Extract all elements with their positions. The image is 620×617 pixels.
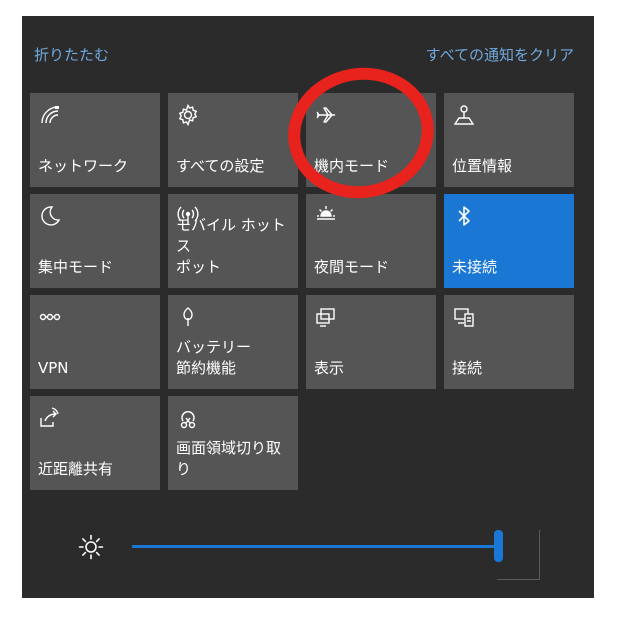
tile-snip[interactable]: 画面領域切り取 り [168, 396, 298, 490]
tile-gear[interactable]: すべての設定 [168, 93, 298, 187]
tile-connect[interactable]: 接続 [444, 295, 574, 389]
bluetooth-icon [452, 204, 476, 228]
tile-label: すべての設定 [176, 157, 265, 175]
tile-label: 夜間モード [314, 258, 390, 276]
brightness-slider-track[interactable] [132, 545, 498, 548]
tile-hotspot[interactable]: モバイル ホットス ポット [168, 194, 298, 288]
gear-icon [176, 103, 200, 127]
clear-all-notifications-link[interactable]: すべての通知をクリア [426, 44, 574, 65]
tile-label: 機内モード [314, 157, 390, 175]
collapse-link[interactable]: 折りたたむ [34, 44, 109, 65]
tile-label: バッテリー 節約機能 [176, 338, 252, 377]
tile-moon[interactable]: 集中モード [30, 194, 160, 288]
project-icon [314, 305, 338, 329]
tile-label: ネットワーク [38, 157, 129, 175]
divider [539, 530, 540, 580]
location-icon [452, 103, 476, 127]
divider [497, 579, 540, 580]
snip-icon [176, 406, 200, 430]
tile-battery-saver[interactable]: バッテリー 節約機能 [168, 295, 298, 389]
vpn-icon [38, 305, 62, 329]
tile-label: 位置情報 [452, 157, 513, 175]
tile-bluetooth[interactable]: 未接続 [444, 194, 574, 288]
night-light-icon [314, 204, 338, 228]
network-icon [38, 103, 62, 127]
tile-vpn[interactable]: VPN [30, 295, 160, 389]
tile-airplane[interactable]: 機内モード [306, 93, 436, 187]
tile-network[interactable]: ネットワーク [30, 93, 160, 187]
tile-label: 近距離共有 [38, 460, 114, 478]
connect-icon [452, 305, 476, 329]
brightness-slider-fill [132, 545, 498, 548]
action-center-panel: 折りたたむ すべての通知をクリア ネットワーク すべての設定 機内モード 位置情報集中… [22, 16, 594, 598]
tile-nearby-share[interactable]: 近距離共有 [30, 396, 160, 490]
tile-location[interactable]: 位置情報 [444, 93, 574, 187]
tile-label: 接続 [452, 359, 483, 377]
tile-label: 集中モード [38, 258, 114, 276]
brightness-icon [78, 534, 104, 560]
tile-project[interactable]: 表示 [306, 295, 436, 389]
tile-label: 未接続 [452, 258, 498, 276]
brightness-slider-thumb[interactable] [494, 530, 503, 562]
tile-label: VPN [38, 359, 69, 377]
nearby-share-icon [38, 406, 62, 430]
battery-saver-icon [176, 305, 200, 329]
airplane-icon [314, 103, 338, 127]
moon-icon [38, 204, 62, 228]
tile-night-light[interactable]: 夜間モード [306, 194, 436, 288]
tile-label: モバイル ホットス ポット [176, 216, 286, 276]
tile-label: 画面領域切り取 り [176, 439, 282, 478]
tile-label: 表示 [314, 359, 345, 377]
